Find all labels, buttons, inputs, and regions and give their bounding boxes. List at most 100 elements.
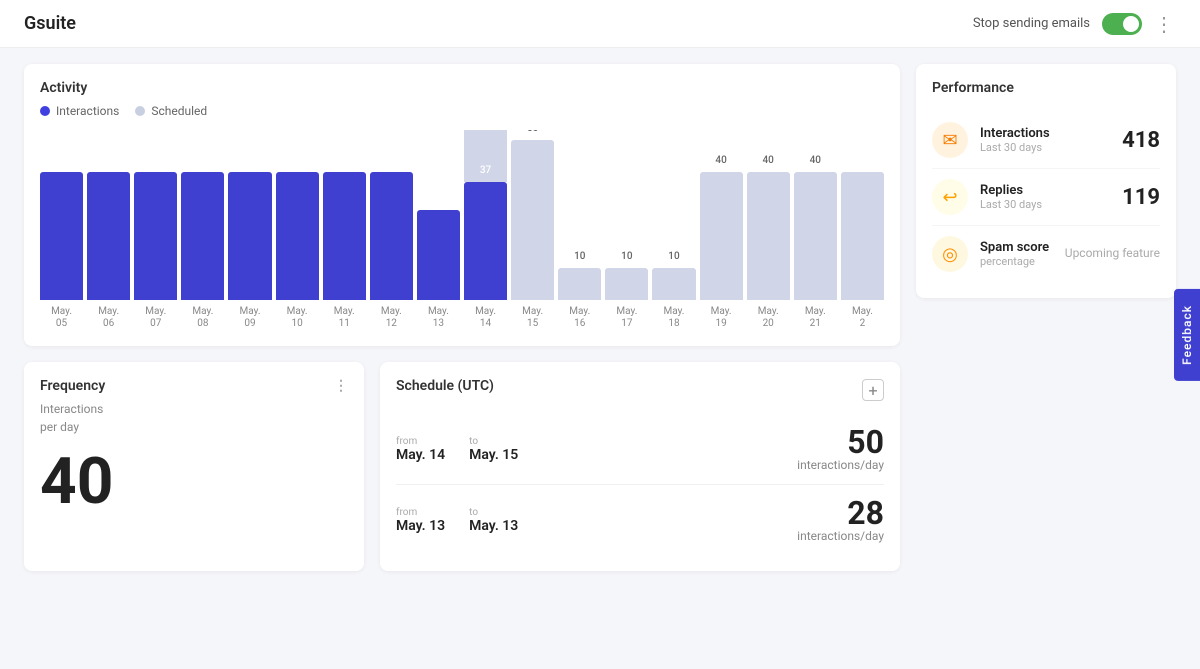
- bar-gray: [558, 268, 601, 300]
- bar-group: 40May. 11: [323, 140, 366, 330]
- bar-gray-label: 40: [715, 155, 726, 166]
- stop-emails-toggle[interactable]: [1102, 13, 1142, 35]
- perf-value: Upcoming feature: [1065, 246, 1160, 262]
- schedule-add-button[interactable]: +: [862, 379, 884, 401]
- bar-gray: [700, 172, 743, 300]
- bar-group: 40May. 08: [181, 140, 224, 330]
- bar-blue: [464, 182, 507, 300]
- frequency-sub: per day: [40, 420, 348, 434]
- legend-dot-interactions: [40, 106, 50, 116]
- bar-date-label: May. 12: [381, 306, 402, 330]
- perf-value: 119: [1122, 185, 1160, 210]
- perf-info: Interactions Last 30 days: [980, 126, 1110, 154]
- bar-blue-label: 40: [291, 155, 302, 166]
- bar-blue-label: 40: [103, 155, 114, 166]
- schedule-title: Schedule (UTC): [396, 378, 494, 394]
- perf-name: Spam score: [980, 240, 1053, 255]
- bar-blue: [87, 172, 130, 300]
- bar-group: May. 2: [841, 140, 884, 330]
- header-controls: Stop sending emails ⋮: [973, 12, 1176, 36]
- performance-row: ◎ Spam score percentage Upcoming feature: [932, 226, 1160, 282]
- perf-icon-interactions: ✉: [932, 122, 968, 158]
- bar-date-label: May. 20: [758, 306, 779, 330]
- frequency-value: 40: [40, 450, 348, 514]
- perf-name: Replies: [980, 183, 1110, 198]
- bar-chart: 40May. 0540May. 0640May. 0740May. 0840Ma…: [40, 130, 884, 330]
- bar-blue: [228, 172, 271, 300]
- perf-icon-replies: ↩: [932, 179, 968, 215]
- legend-scheduled-label: Scheduled: [151, 104, 207, 118]
- performance-card: Performance ✉ Interactions Last 30 days …: [916, 64, 1176, 298]
- bar-date-label: May. 05: [51, 306, 72, 330]
- bar-blue: [417, 210, 460, 300]
- bar-gray-label: 10: [621, 251, 632, 262]
- bar-group: 40 May. 20: [747, 140, 790, 330]
- bar-gray-label: 50: [527, 130, 538, 134]
- schedule-row: From May. 13 to May. 13 28 interactions/…: [396, 485, 884, 555]
- bar-gray: [747, 172, 790, 300]
- bar-blue-label: 40: [150, 155, 161, 166]
- schedule-from-label: From: [396, 507, 445, 518]
- perf-name: Interactions: [980, 126, 1110, 141]
- bar-gray: [794, 172, 837, 300]
- bar-date-label: May. 15: [522, 306, 543, 330]
- schedule-unit: interactions/day: [797, 458, 884, 472]
- bar-blue-label: 40: [339, 155, 350, 166]
- schedule-count: 50: [797, 426, 884, 458]
- perf-sub: Last 30 days: [980, 198, 1110, 211]
- frequency-title: Frequency: [40, 378, 105, 394]
- bar-date-label: May. 13: [428, 306, 449, 330]
- bar-blue-label: 40: [386, 155, 397, 166]
- perf-info: Replies Last 30 days: [980, 183, 1110, 211]
- feedback-tab[interactable]: Feedback: [1174, 289, 1200, 381]
- bar-blue-label: 37: [480, 165, 491, 176]
- performance-row: ✉ Interactions Last 30 days 418: [932, 112, 1160, 169]
- stop-emails-label: Stop sending emails: [973, 16, 1090, 31]
- bar-group: 40May. 05: [40, 140, 83, 330]
- main-content: Activity Interactions Scheduled 40May. 0…: [0, 48, 1200, 669]
- bar-gray: [841, 172, 884, 300]
- chart-area: 40May. 0540May. 0640May. 0740May. 0840Ma…: [40, 130, 884, 330]
- bar-date-label: May. 21: [805, 306, 826, 330]
- schedule-card: Schedule (UTC) + From May. 14 to May. 15…: [380, 362, 900, 571]
- bar-gray-label: 10: [668, 251, 679, 262]
- frequency-menu[interactable]: ⋮: [334, 378, 348, 394]
- perf-sub: Last 30 days: [980, 141, 1110, 154]
- bar-blue-label: 40: [244, 155, 255, 166]
- bar-gray: [511, 140, 554, 300]
- schedule-from-label: From: [396, 436, 445, 447]
- schedule-to-label: to: [469, 436, 518, 447]
- schedule-from-value: May. 13: [396, 518, 445, 534]
- bar-blue: [40, 172, 83, 300]
- bar-blue-label: 28: [433, 193, 444, 204]
- schedule-to-label: to: [469, 507, 518, 518]
- bar-gray-label: 40: [810, 155, 821, 166]
- bar-date-label: May. 06: [98, 306, 119, 330]
- legend-interactions-label: Interactions: [56, 104, 119, 118]
- schedule-count: 28: [797, 497, 884, 529]
- bar-date-label: May. 17: [616, 306, 637, 330]
- bar-blue: [181, 172, 224, 300]
- bar-date-label: May. 16: [569, 306, 590, 330]
- bar-gray: [652, 268, 695, 300]
- bar-group: 28 May. 13: [417, 140, 460, 330]
- legend-scheduled: Scheduled: [135, 104, 207, 118]
- bar-group: 40 May. 10: [276, 140, 319, 330]
- app-title: Gsuite: [24, 13, 76, 34]
- activity-title: Activity: [40, 80, 884, 96]
- frequency-card: Frequency ⋮ Interactions per day 40: [24, 362, 364, 571]
- legend-dot-scheduled: [135, 106, 145, 116]
- bar-date-label: May. 09: [240, 306, 261, 330]
- bar-group: 5037May. 14: [464, 140, 507, 330]
- bar-gray-label: 40: [763, 155, 774, 166]
- schedule-to-value: May. 13: [469, 518, 518, 534]
- bar-date-label: May. 08: [192, 306, 213, 330]
- schedule-from-value: May. 14: [396, 447, 445, 463]
- right-column: Performance ✉ Interactions Last 30 days …: [916, 64, 1176, 653]
- bar-group: 40May. 07: [134, 140, 177, 330]
- bar-date-label: May. 10: [287, 306, 308, 330]
- schedule-to-value: May. 15: [469, 447, 518, 463]
- bar-gray: [605, 268, 648, 300]
- schedule-row: From May. 14 to May. 15 50 interactions/…: [396, 414, 884, 485]
- more-menu-button[interactable]: ⋮: [1154, 12, 1176, 36]
